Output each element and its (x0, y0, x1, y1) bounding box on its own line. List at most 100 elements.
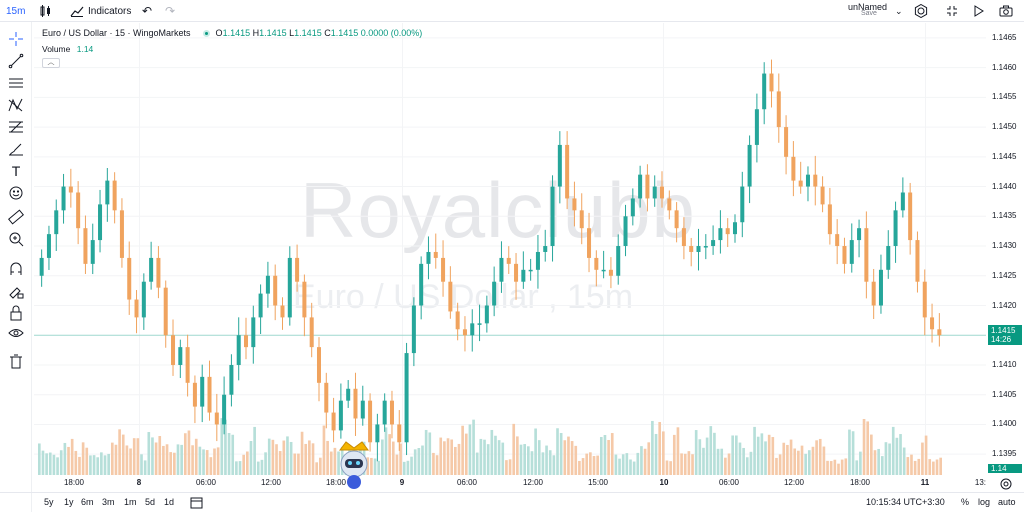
volume-bar (917, 458, 921, 475)
volume-bar (636, 452, 640, 475)
lock-icon[interactable] (6, 304, 26, 322)
save-button[interactable]: Save (861, 6, 877, 20)
range-1m[interactable]: 1m (124, 497, 137, 507)
eye-icon[interactable] (6, 324, 26, 342)
range-5d[interactable]: 5d (145, 497, 155, 507)
indicators-button[interactable]: Indicators (70, 0, 131, 22)
candle (426, 236, 431, 280)
candle (141, 273, 146, 330)
volume-bar (183, 433, 187, 475)
volume-bar (537, 440, 541, 475)
volume-bar (694, 430, 698, 475)
volume-bar (742, 447, 745, 475)
candle (630, 188, 635, 226)
volume-bar (267, 438, 271, 475)
trash-icon[interactable] (6, 352, 26, 370)
lock-drawing-icon[interactable] (6, 282, 26, 300)
price-axis[interactable]: 1.1415 14:26 1.14 1.1465 1.1460 1.1455 1.14… (986, 23, 1024, 475)
volume-bar (508, 459, 512, 475)
candle-type-icon[interactable] (38, 0, 52, 22)
candle (557, 131, 562, 204)
volume-bar (67, 446, 70, 475)
time-tick-label: 06:00 (195, 478, 217, 487)
volume-bar (315, 462, 318, 475)
price-tick-label: 1.1455 (992, 92, 1017, 102)
candle (805, 166, 810, 202)
volume-bar (227, 433, 231, 475)
volume-bar (151, 437, 154, 475)
indicators-label: Indicators (88, 5, 132, 17)
range-5y[interactable]: 5y (44, 497, 54, 507)
settings-icon[interactable] (914, 0, 928, 22)
time-axis[interactable]: 18:00 8 06:00 12:00 18:00 9 06:00 12:00 15:00 10 0… (34, 475, 986, 491)
chevron-down-icon[interactable]: ⌄ (895, 0, 903, 22)
trend-line-icon[interactable] (6, 52, 26, 70)
volume-bar (654, 433, 658, 475)
candle (462, 316, 467, 352)
price-tick-label: 1.1450 (992, 122, 1017, 132)
percent-toggle[interactable]: % (961, 497, 969, 507)
zoom-in-icon[interactable] (6, 230, 26, 248)
time-tick-label: 9 (399, 478, 405, 487)
calendar-icon[interactable] (190, 496, 203, 511)
interval-button[interactable]: 15m (6, 0, 25, 22)
crosshair-icon[interactable] (6, 30, 26, 48)
magnet-icon[interactable] (6, 260, 26, 278)
brush-icon[interactable] (6, 140, 26, 158)
candle (346, 380, 351, 408)
range-3m[interactable]: 3m (102, 497, 115, 507)
volume-bar (910, 454, 913, 475)
volume-bar (716, 448, 720, 475)
ruler-icon[interactable] (6, 208, 26, 226)
candle (922, 269, 927, 336)
volume-bar (662, 431, 665, 475)
volume-bar (249, 440, 253, 475)
range-1y[interactable]: 1y (64, 497, 74, 507)
candle (207, 360, 212, 421)
candle (681, 217, 686, 260)
log-toggle[interactable]: log (978, 497, 990, 507)
text-tool-icon[interactable]: T (6, 162, 26, 180)
candle (338, 383, 343, 439)
camera-icon[interactable] (999, 0, 1013, 22)
play-icon[interactable] (974, 0, 984, 22)
volume-bar (494, 435, 497, 475)
volume-bar (592, 456, 596, 475)
symbol-title[interactable]: Euro / US Dollar · 15 · WingoMarkets (42, 28, 191, 38)
volume-bar (731, 435, 734, 475)
candle (302, 274, 307, 337)
horizontal-lines-icon[interactable] (6, 74, 26, 92)
volume-bar (574, 445, 578, 475)
redo-icon[interactable]: ↷ (165, 0, 175, 22)
fullscreen-icon[interactable] (946, 0, 958, 22)
price-chart[interactable] (34, 23, 986, 475)
volume-bar (110, 442, 114, 475)
time-tick-label: 8 (136, 478, 142, 487)
volume-bar (402, 461, 406, 475)
candle (455, 302, 460, 341)
volume-bar (417, 448, 421, 475)
clock[interactable]: 10:15:34 UTC+3:30 (866, 497, 945, 507)
range-6m[interactable]: 6m (81, 497, 94, 507)
emoji-icon[interactable] (6, 184, 26, 202)
undo-icon[interactable]: ↶ (142, 0, 152, 22)
volume-bar (74, 450, 78, 475)
range-1d[interactable]: 1d (164, 497, 174, 507)
volume-bar (833, 459, 837, 475)
collapse-legend-button[interactable]: ︿ (42, 58, 60, 68)
volume-bar (829, 461, 833, 475)
volume-bar (556, 428, 559, 475)
volume-bar (913, 460, 917, 475)
candle (98, 189, 103, 253)
volume-bar (59, 450, 63, 475)
candle (732, 214, 738, 243)
auto-toggle[interactable]: auto (998, 497, 1016, 507)
volume-bar (173, 452, 176, 475)
candle (54, 199, 59, 251)
volume-bar (176, 444, 180, 475)
candle (178, 339, 183, 379)
candle (886, 230, 891, 279)
fib-icon[interactable] (6, 118, 26, 136)
candle (105, 167, 110, 222)
pattern-icon[interactable] (6, 96, 26, 114)
